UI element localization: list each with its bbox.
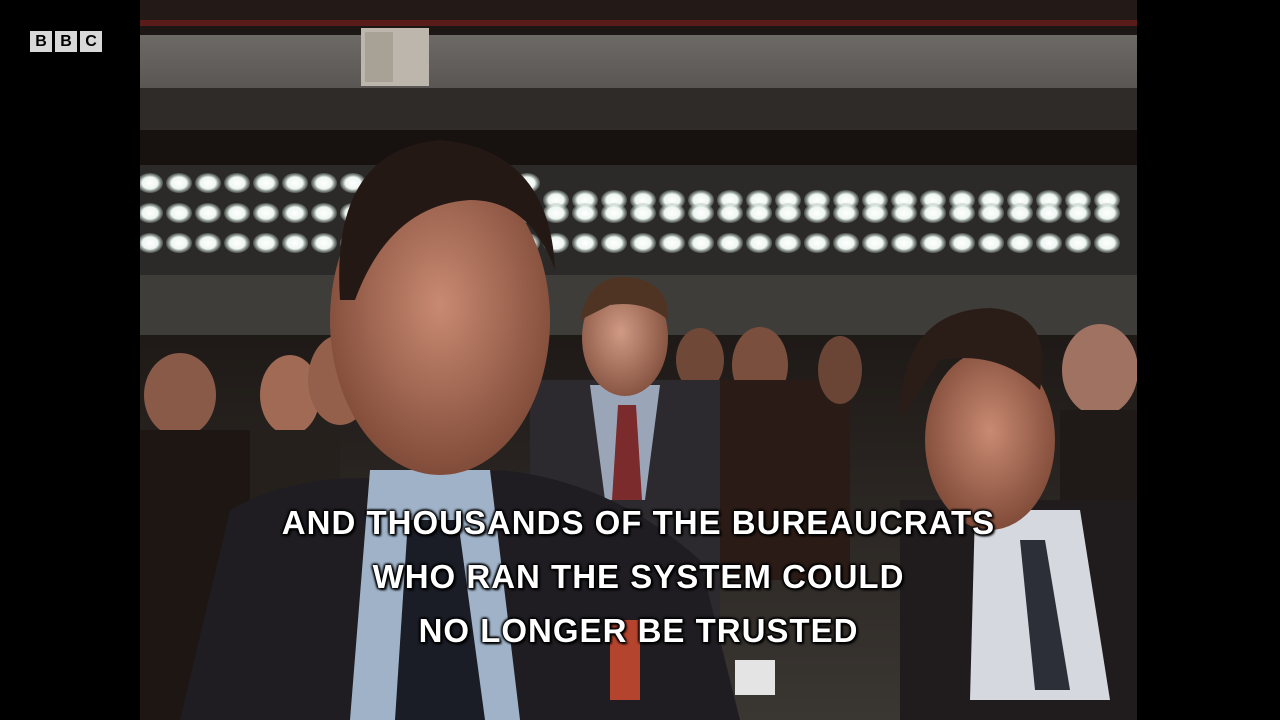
subtitle-block: AND THOUSANDS OF THE BUREAUCRATS WHO RAN… [140,496,1137,658]
ceiling-lamp [166,173,192,193]
ceiling-lamp [282,233,308,253]
ceiling-lamp [572,203,598,223]
ceiling-lamp [1007,233,1033,253]
ceiling-lamp [195,233,221,253]
ceiling-lamp [746,203,772,223]
ceiling-lamp [949,203,975,223]
ceiling-lamp [833,203,859,223]
ceiling-lamp [688,203,714,223]
ceiling-lamp [862,233,888,253]
ceiling-lamp [688,233,714,253]
ceiling-lamp [920,203,946,223]
bbc-logo-letter: B [30,31,52,52]
ceiling-lamp [1036,203,1062,223]
ceiling-lamp [224,233,250,253]
ceiling-lamp [717,233,743,253]
ceiling-lamp [659,233,685,253]
ceiling-lamp [253,233,279,253]
ceiling-lamp [949,233,975,253]
ceiling-lamp [862,203,888,223]
bbc-logo: B B C [30,31,102,52]
ceiling-lamp [775,203,801,223]
subtitle-line: AND THOUSANDS OF THE BUREAUCRATS [281,504,996,541]
ceiling-lamp [224,173,250,193]
ceiling-lamp [920,233,946,253]
ceiling-lamp [746,233,772,253]
ceiling-lamp [195,173,221,193]
ceiling-lamp [166,233,192,253]
ceiling-lamp [1094,203,1120,223]
ceiling-lamp [601,203,627,223]
ceiling-lamp [630,233,656,253]
ceiling-lamp [775,233,801,253]
ceiling-lamp [1036,233,1062,253]
ceiling-lamp [224,203,250,223]
subtitle-line: NO LONGER BE TRUSTED [418,612,859,649]
ceiling-lamp [891,233,917,253]
ceiling-lamp [166,203,192,223]
ceiling-lamp [1065,233,1091,253]
ceiling-lamp [282,203,308,223]
ceiling-lamp [311,233,337,253]
ceiling-lamp [601,233,627,253]
bbc-logo-letter: C [80,31,102,52]
ceiling-lamp [195,203,221,223]
ceiling-lamp [804,203,830,223]
ceiling-lamp [804,233,830,253]
ceiling-lamp [659,203,685,223]
ceiling-lamp [311,203,337,223]
ceiling-lamp [717,203,743,223]
ceiling-lamp [978,203,1004,223]
ceiling-lamp [253,203,279,223]
ceiling-lamp [978,233,1004,253]
ceiling-lamp [630,203,656,223]
ceiling-lamp [282,173,308,193]
ceiling-lamp [891,203,917,223]
ceiling-lamp [311,173,337,193]
ceiling-lamp [253,173,279,193]
ceiling-lamp [1065,203,1091,223]
ceiling-lamp [572,233,598,253]
ceiling-lamp [1094,233,1120,253]
subtitle-line: WHO RAN THE SYSTEM COULD [372,558,905,595]
bbc-logo-letter: B [55,31,77,52]
ceiling-lamp [1007,203,1033,223]
video-player[interactable]: B B C AND THOUSANDS OF THE BUREAUCRATS W… [0,0,1280,720]
ceiling-lamp [833,233,859,253]
